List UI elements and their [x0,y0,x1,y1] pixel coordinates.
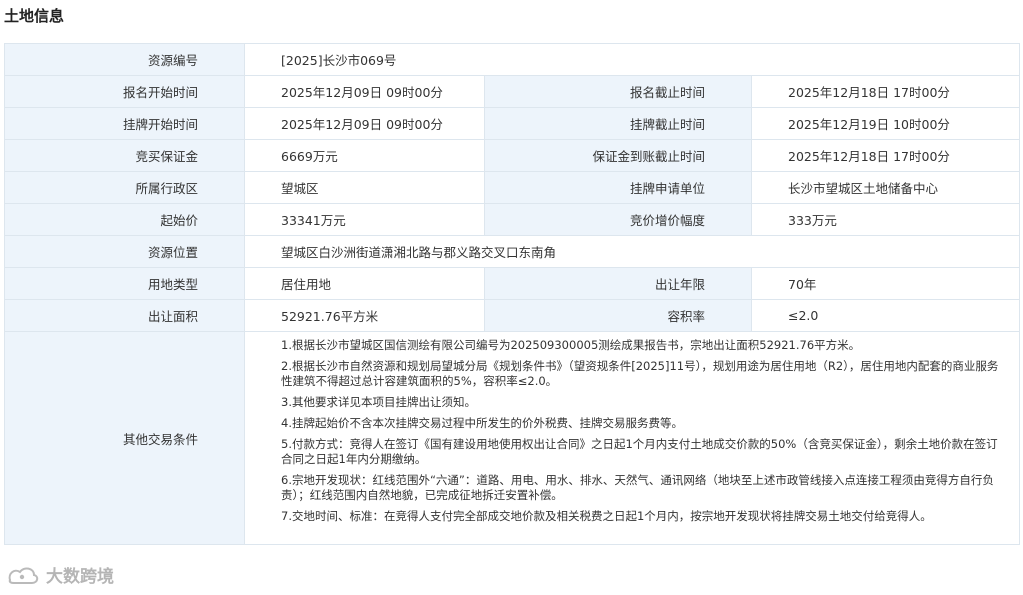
brand-logo-icon [6,564,40,586]
listing-start-label: 挂牌开始时间 [4,107,245,140]
signup-end-value: 2025年12月18日 17时00分 [751,75,1020,108]
conditions-value: 1.根据长沙市望城区国信测绘有限公司编号为202509300005测绘成果报告书… [244,331,1020,545]
table-row: 报名开始时间 2025年12月09日 09时00分 报名截止时间 2025年12… [4,75,1020,108]
table-row: 出让面积 52921.76平方米 容积率 ≤2.0 [4,299,1020,332]
condition-item-7: 7.交地时间、标准：在竞得人支付完全部成交地价款及相关税费之日起1个月内，按宗地… [281,509,932,523]
table-row: 所属行政区 望城区 挂牌申请单位 长沙市望城区土地储备中心 [4,171,1020,204]
condition-item-1: 1.根据长沙市望城区国信测绘有限公司编号为202509300005测绘成果报告书… [281,338,861,352]
table-row: 起始价 33341万元 竞价增价幅度 333万元 [4,203,1020,236]
deposit-deadline-label: 保证金到账截止时间 [484,139,752,172]
location-label: 资源位置 [4,235,245,268]
watermark-text: 大数跨境 [46,567,114,587]
table-row: 资源位置 望城区白沙洲街道潇湘北路与郡义路交叉口东南角 [4,235,1020,268]
district-value: 望城区 [244,171,485,204]
table-row: 用地类型 居住用地 出让年限 70年 [4,267,1020,300]
resource-no-value: [2025]长沙市069号 [244,43,1020,76]
land-use-value: 居住用地 [244,267,485,300]
deposit-value: 6669万元 [244,139,485,172]
condition-item-3: 3.其他要求详见本项目挂牌出让须知。 [281,395,476,409]
district-label: 所属行政区 [4,171,245,204]
applicant-unit-value: 长沙市望城区土地储备中心 [751,171,1020,204]
table-row: 资源编号 [2025]长沙市069号 [4,43,1020,76]
condition-item-4: 4.挂牌起始价不含本次挂牌交易过程中所发生的价外税费、挂牌交易服务费等。 [281,416,683,430]
far-value: ≤2.0 [751,299,1020,332]
area-label: 出让面积 [4,299,245,332]
start-price-value: 33341万元 [244,203,485,236]
deposit-label: 竞买保证金 [4,139,245,172]
term-value: 70年 [751,267,1020,300]
applicant-unit-label: 挂牌申请单位 [484,171,752,204]
listing-start-value: 2025年12月09日 09时00分 [244,107,485,140]
land-info-table: 资源编号 [2025]长沙市069号 报名开始时间 2025年12月09日 09… [4,43,1020,545]
signup-start-value: 2025年12月09日 09时00分 [244,75,485,108]
table-row: 挂牌开始时间 2025年12月09日 09时00分 挂牌截止时间 2025年12… [4,107,1020,140]
conditions-label: 其他交易条件 [4,331,245,545]
deposit-deadline-value: 2025年12月18日 17时00分 [751,139,1020,172]
condition-item-5: 5.付款方式：竞得人在签订《国有建设用地使用权出让合同》之日起1个月内支付土地成… [281,437,998,466]
condition-item-2: 2.根据长沙市自然资源和规划局望城分局《规划条件书》（望资规条件[2025]11… [281,359,999,388]
page-title: 土地信息 [4,7,65,25]
term-label: 出让年限 [484,267,752,300]
signup-end-label: 报名截止时间 [484,75,752,108]
bid-increment-label: 竞价增价幅度 [484,203,752,236]
resource-no-label: 资源编号 [4,43,245,76]
listing-end-value: 2025年12月19日 10时00分 [751,107,1020,140]
bid-increment-value: 333万元 [751,203,1020,236]
table-row: 竞买保证金 6669万元 保证金到账截止时间 2025年12月18日 17时00… [4,139,1020,172]
area-value: 52921.76平方米 [244,299,485,332]
watermark: 大数跨境 [6,562,114,587]
signup-start-label: 报名开始时间 [4,75,245,108]
condition-item-6: 6.宗地开发现状：红线范围外“六通”：道路、用电、用水、排水、天然气、通讯网络（… [281,473,994,502]
table-row: 其他交易条件 1.根据长沙市望城区国信测绘有限公司编号为202509300005… [4,331,1020,545]
location-value: 望城区白沙洲街道潇湘北路与郡义路交叉口东南角 [244,235,1020,268]
listing-end-label: 挂牌截止时间 [484,107,752,140]
far-label: 容积率 [484,299,752,332]
start-price-label: 起始价 [4,203,245,236]
land-use-label: 用地类型 [4,267,245,300]
